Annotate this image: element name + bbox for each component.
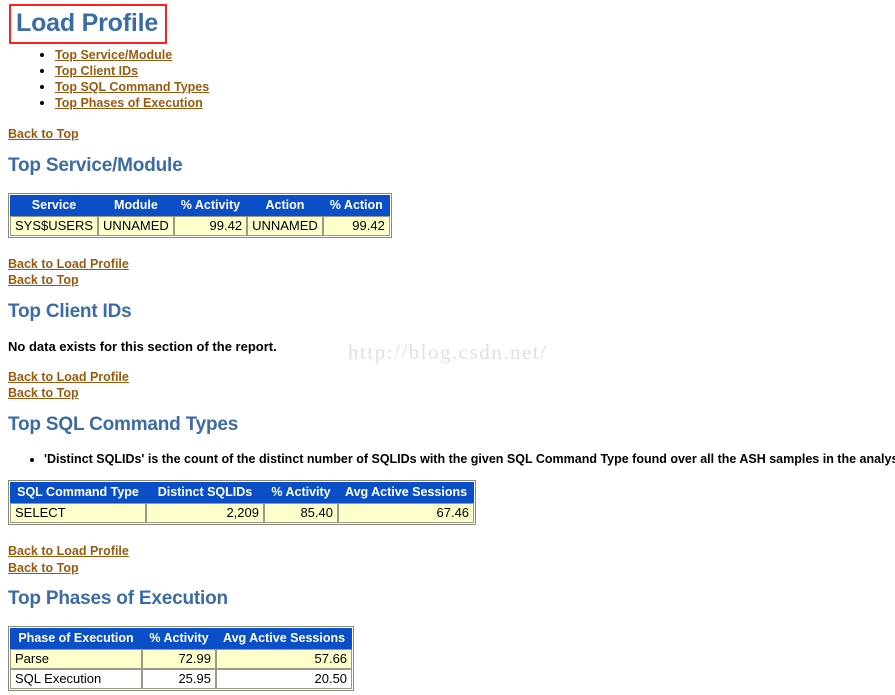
table-row: SQL Execution 25.95 20.50 [10,669,353,690]
cell-pct-activity: 25.95 [142,669,216,690]
link-row: Back to Top [8,560,895,577]
sql-command-types-nav-links: Back to Load Profile Back to Top [8,543,895,576]
column-header-distinct-sqlids: Distinct SQLIDs [146,482,264,504]
column-header-sql-command-type: SQL Command Type [10,482,146,504]
cell-phase-of-execution: SQL Execution [10,669,142,690]
list-item: Top Service/Module [55,47,895,63]
list-item: Top Client IDs [55,63,895,79]
link-row: Back to Load Profile [8,256,895,273]
link-row: Back to Top [8,126,895,143]
table-row: Parse 72.99 57.66 [10,649,353,670]
list-item: Top Phases of Execution [55,95,895,111]
cell-avg-active-sessions: 57.66 [216,649,353,670]
link-row: Back to Top [8,385,895,402]
cell-avg-active-sessions: 20.50 [216,669,353,690]
cell-action: UNNAMED [247,215,323,236]
back-to-top-link[interactable]: Back to Top [8,127,79,141]
service-module-nav-links: Back to Load Profile Back to Top [8,256,895,289]
list-item: Top SQL Command Types [55,79,895,95]
link-row: Back to Load Profile [8,543,895,560]
cell-phase-of-execution: Parse [10,649,142,670]
toc-link-service-module[interactable]: Top Service/Module [55,48,172,62]
cell-pct-action: 99.42 [322,215,390,236]
table-service-module: Service Module % Activity Action % Actio… [8,192,392,238]
column-header-action: Action [247,194,323,216]
page-title-container: Load Profile [9,4,168,44]
client-ids-empty-message: No data exists for this section of the r… [8,338,277,354]
report-page: Load Profile Top Service/Module Top Clie… [0,0,895,692]
back-to-load-profile-link[interactable]: Back to Load Profile [8,370,129,384]
top-nav-links: Back to Top [8,126,895,143]
section-title-sql-command-types: Top SQL Command Types [8,413,239,435]
back-to-top-link[interactable]: Back to Top [8,386,79,400]
toc-link-sql-command-types[interactable]: Top SQL Command Types [55,80,209,94]
column-header-pct-activity: % Activity [264,482,338,504]
toc-link-phases-of-execution[interactable]: Top Phases of Execution [55,96,203,110]
toc-list: Top Service/Module Top Client IDs Top SQ… [8,47,895,111]
note-item: 'Distinct SQLIDs' is the count of the di… [44,451,895,467]
toc-link-client-ids[interactable]: Top Client IDs [55,64,138,78]
column-header-pct-action: % Action [322,194,390,216]
table-phases-of-execution: Phase of Execution % Activity Avg Active… [8,626,355,692]
page-title: Load Profile [16,9,159,37]
column-header-module: Module [98,194,174,216]
column-header-service: Service [10,194,99,216]
cell-pct-activity: 72.99 [142,649,216,670]
cell-distinct-sqlids: 2,209 [146,503,264,524]
column-header-phase-of-execution: Phase of Execution [10,628,142,650]
sql-command-types-note-list: 'Distinct SQLIDs' is the count of the di… [8,451,895,467]
table-header-row: Phase of Execution % Activity Avg Active… [10,628,353,650]
back-to-load-profile-link[interactable]: Back to Load Profile [8,257,129,271]
table-row: SYS$USERS UNNAMED 99.42 UNNAMED 99.42 [10,215,390,236]
cell-service: SYS$USERS [10,215,99,236]
back-to-load-profile-link[interactable]: Back to Load Profile [8,544,129,558]
table-header-row: Service Module % Activity Action % Actio… [10,194,390,216]
back-to-top-link[interactable]: Back to Top [8,561,79,575]
section-title-service-module: Top Service/Module [8,155,183,176]
column-header-avg-active-sessions: Avg Active Sessions [338,482,475,504]
link-row: Back to Load Profile [8,369,895,386]
cell-avg-active-sessions: 67.46 [338,503,475,524]
column-header-pct-activity: % Activity [142,628,216,650]
cell-pct-activity: 85.40 [264,503,338,524]
column-header-pct-activity: % Activity [173,194,248,216]
cell-pct-activity: 99.42 [173,215,248,236]
table-sql-command-types: SQL Command Type Distinct SQLIDs % Activ… [8,480,477,526]
section-title-phases-of-execution: Top Phases of Execution [8,588,228,610]
cell-sql-command-type: SELECT [10,503,146,524]
table-header-row: SQL Command Type Distinct SQLIDs % Activ… [10,482,475,504]
column-header-avg-active-sessions: Avg Active Sessions [216,628,353,650]
cell-module: UNNAMED [98,215,174,236]
table-row: SELECT 2,209 85.40 67.46 [10,503,475,524]
client-ids-nav-links: Back to Load Profile Back to Top [8,369,895,402]
link-row: Back to Top [8,272,895,289]
section-title-client-ids: Top Client IDs [8,300,132,322]
back-to-top-link[interactable]: Back to Top [8,273,79,287]
